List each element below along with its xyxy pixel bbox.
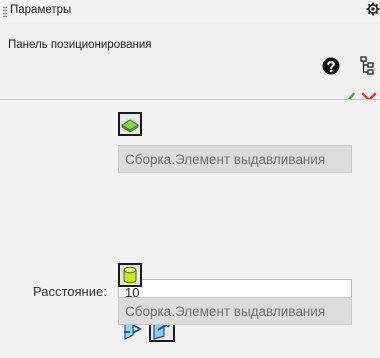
title-bar[interactable]: Параметры [0,0,380,22]
select-first-element-button[interactable] [118,112,142,136]
window-title: Параметры [10,4,72,16]
gear-icon[interactable] [366,2,380,16]
positioning-form: Сборка.Элемент выдавливания Расстояние: … [0,100,380,358]
distance-label: Расстояние: [33,284,107,299]
second-element-field[interactable]: Сборка.Элемент выдавливания [118,297,352,325]
panel-subtitle: Панель позиционирования [8,39,152,51]
cylinder-element-icon [123,266,137,284]
parameters-panel: Параметры Панель позиционирования Сборка… [0,0,380,358]
tree-structure-icon[interactable] [360,56,374,76]
help-icon[interactable] [322,57,340,75]
drag-grip-icon[interactable] [3,6,7,17]
first-element-field[interactable]: Сборка.Элемент выдавливания [118,145,352,173]
select-second-element-button[interactable] [118,263,142,287]
panel-header: Панель позиционирования [0,22,380,108]
extrusion-element-icon [121,117,139,133]
